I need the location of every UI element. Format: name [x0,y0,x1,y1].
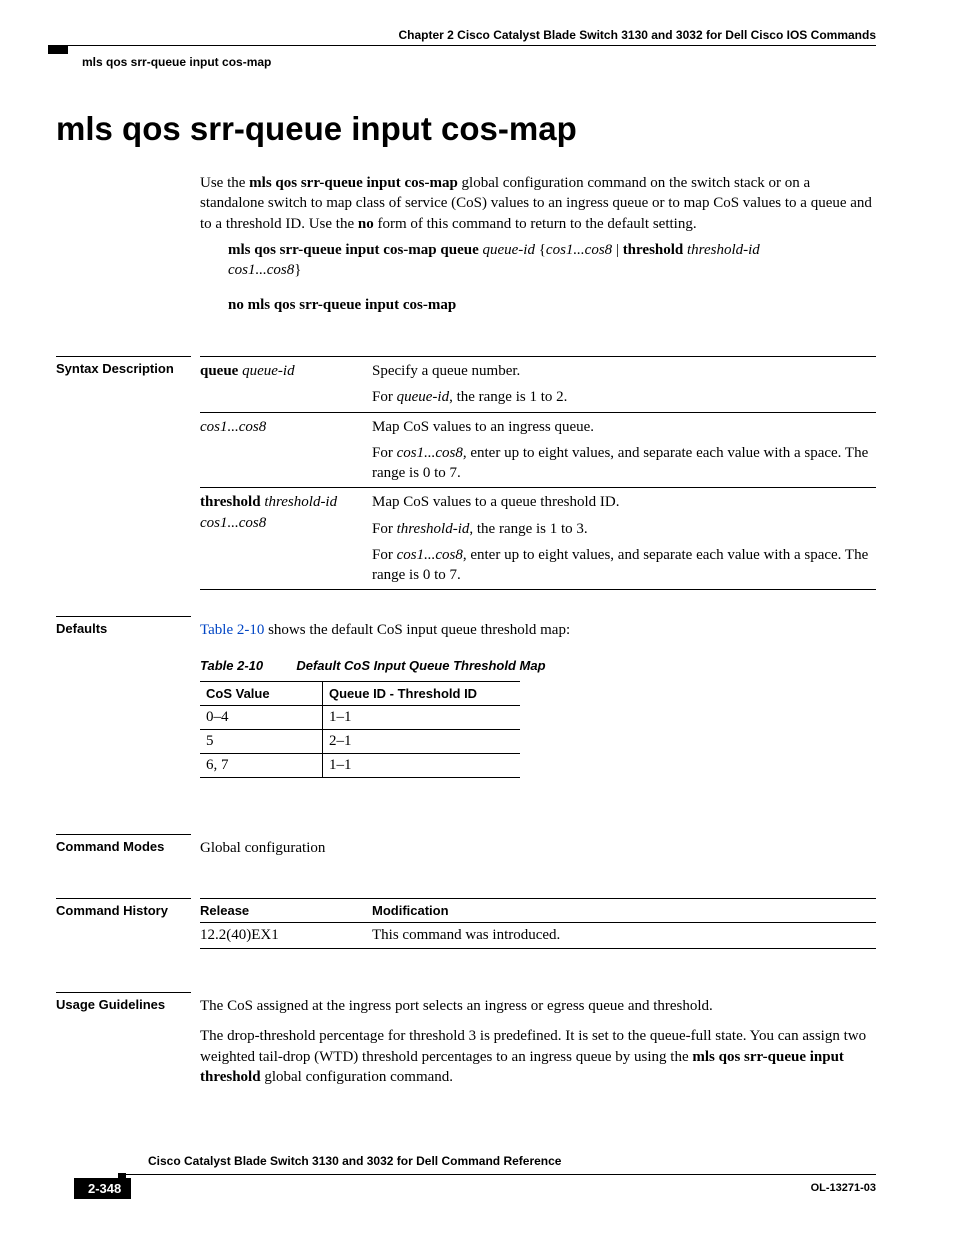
text: form of this command to return to the de… [374,216,697,232]
text: } [294,262,301,278]
desc: For cos1...cos8, enter up to eight value… [372,545,870,586]
syntax-block: mls qos srr-queue input cos-map queue qu… [200,240,876,315]
desc: Map CoS values to an ingress queue. [372,417,870,437]
table-row: threshold threshold-id cos1...cos8 Map Co… [200,488,876,590]
no-keyword: no [358,216,374,232]
cell: 12.2(40)EX1 [200,923,372,949]
arg: threshold-id [397,521,470,537]
caption-num: Table 2-10 [200,658,263,673]
cell: 1–1 [323,706,521,730]
col-header: Modification [372,899,876,923]
defaults-block: Table 2-10 shows the default CoS input q… [200,620,876,778]
kw: threshold [623,242,684,258]
arg: cos1...cos8 [200,515,266,531]
table-ref-link[interactable]: Table 2-10 [200,622,264,638]
desc: Map CoS values to a queue threshold ID. [372,492,870,512]
table-row: 12.2(40)EX1 This command was introduced. [200,923,876,949]
usage-p1: The CoS assigned at the ingress port sel… [200,996,876,1016]
text: For [372,521,397,537]
text: , the range is 1 to 2. [449,389,567,405]
defaults-text: Table 2-10 shows the default CoS input q… [200,620,876,640]
history-table: Release Modification 12.2(40)EX1 This co… [200,898,876,949]
cell: 0–4 [200,706,323,730]
table-row: 52–1 [200,730,520,754]
text: shows the default CoS input queue thresh… [264,622,570,638]
arg: queue-id [397,389,449,405]
label-modes: Command Modes [56,834,191,854]
table-header-row: CoS Value Queue ID - Threshold ID [200,682,520,706]
table-header-row: Release Modification [200,899,876,923]
syntax-table-wrap: queue queue-id Specify a queue number. F… [200,356,876,590]
desc: For threshold-id, the range is 1 to 3. [372,519,870,539]
text: | [612,242,623,258]
kw: mls qos srr-queue input cos-map queue [228,242,482,258]
header-ornament [48,45,68,54]
label-usage: Usage Guidelines [56,992,191,1012]
kw: no mls qos srr-queue input cos-map [228,297,456,313]
usage-block: The CoS assigned at the ingress port sel… [200,996,876,1087]
syntax-table: queue queue-id Specify a queue number. F… [200,356,876,590]
defaults-table: CoS Value Queue ID - Threshold ID 0–41–1… [200,681,520,778]
header-rule [60,45,876,46]
footer-title: Cisco Catalyst Blade Switch 3130 and 303… [148,1154,561,1168]
arg: cos1...cos8 [546,242,612,258]
cmd-name: mls qos srr-queue input cos-map [249,175,458,191]
table-row: 0–41–1 [200,706,520,730]
syntax-no-form: no mls qos srr-queue input cos-map [228,295,876,315]
text: { [535,242,546,258]
page-title: mls qos srr-queue input cos-map [56,110,577,148]
running-header: Chapter 2 Cisco Catalyst Blade Switch 31… [399,28,877,42]
arg: threshold-id [264,494,337,510]
text: For [372,547,397,563]
text: For [372,445,397,461]
col-header: Queue ID - Threshold ID [323,682,521,706]
cell: 6, 7 [200,754,323,778]
table-row: cos1...cos8 Map CoS values to an ingress… [200,412,876,488]
history-block: Release Modification 12.2(40)EX1 This co… [200,898,876,949]
cell: 5 [200,730,323,754]
syntax-line-1: mls qos srr-queue input cos-map queue qu… [228,240,876,281]
cell: This command was introduced. [372,923,876,949]
breadcrumb: mls qos srr-queue input cos-map [82,55,271,69]
page-number-badge: 2-348 [74,1178,131,1199]
intro-paragraph: Use the mls qos srr-queue input cos-map … [200,173,876,234]
arg: threshold-id [687,242,760,258]
modes-text: Global configuration [200,838,876,858]
desc: For cos1...cos8, enter up to eight value… [372,443,870,484]
arg: cos1...cos8 [397,547,463,563]
arg: queue-id [482,242,534,258]
table-row: queue queue-id Specify a queue number. F… [200,357,876,413]
text: For [372,389,397,405]
table-caption: Table 2-10 Default CoS Input Queue Thres… [200,658,876,673]
text: Use the [200,175,249,191]
label-history: Command History [56,898,191,918]
table-row: 6, 71–1 [200,754,520,778]
caption-title: Default CoS Input Queue Threshold Map [296,658,545,673]
cell: 2–1 [323,730,521,754]
col-header: CoS Value [200,682,323,706]
label-syntax: Syntax Description [56,356,191,376]
arg: cos1...cos8 [228,262,294,278]
usage-p2: The drop-threshold percentage for thresh… [200,1026,876,1087]
arg: cos1...cos8 [397,445,463,461]
arg: cos1...cos8 [200,419,266,435]
desc: For queue-id, the range is 1 to 2. [372,387,870,407]
footer-rule [118,1174,876,1175]
label-defaults: Defaults [56,616,191,636]
arg: queue-id [242,363,294,379]
col-header: Release [200,899,372,923]
kw: queue [200,363,242,379]
kw: threshold [200,494,264,510]
text: , the range is 1 to 3. [469,521,587,537]
text: global configuration command. [261,1069,453,1085]
desc: Specify a queue number. [372,361,870,381]
doc-id: OL-13271-03 [811,1182,876,1194]
cell: 1–1 [323,754,521,778]
